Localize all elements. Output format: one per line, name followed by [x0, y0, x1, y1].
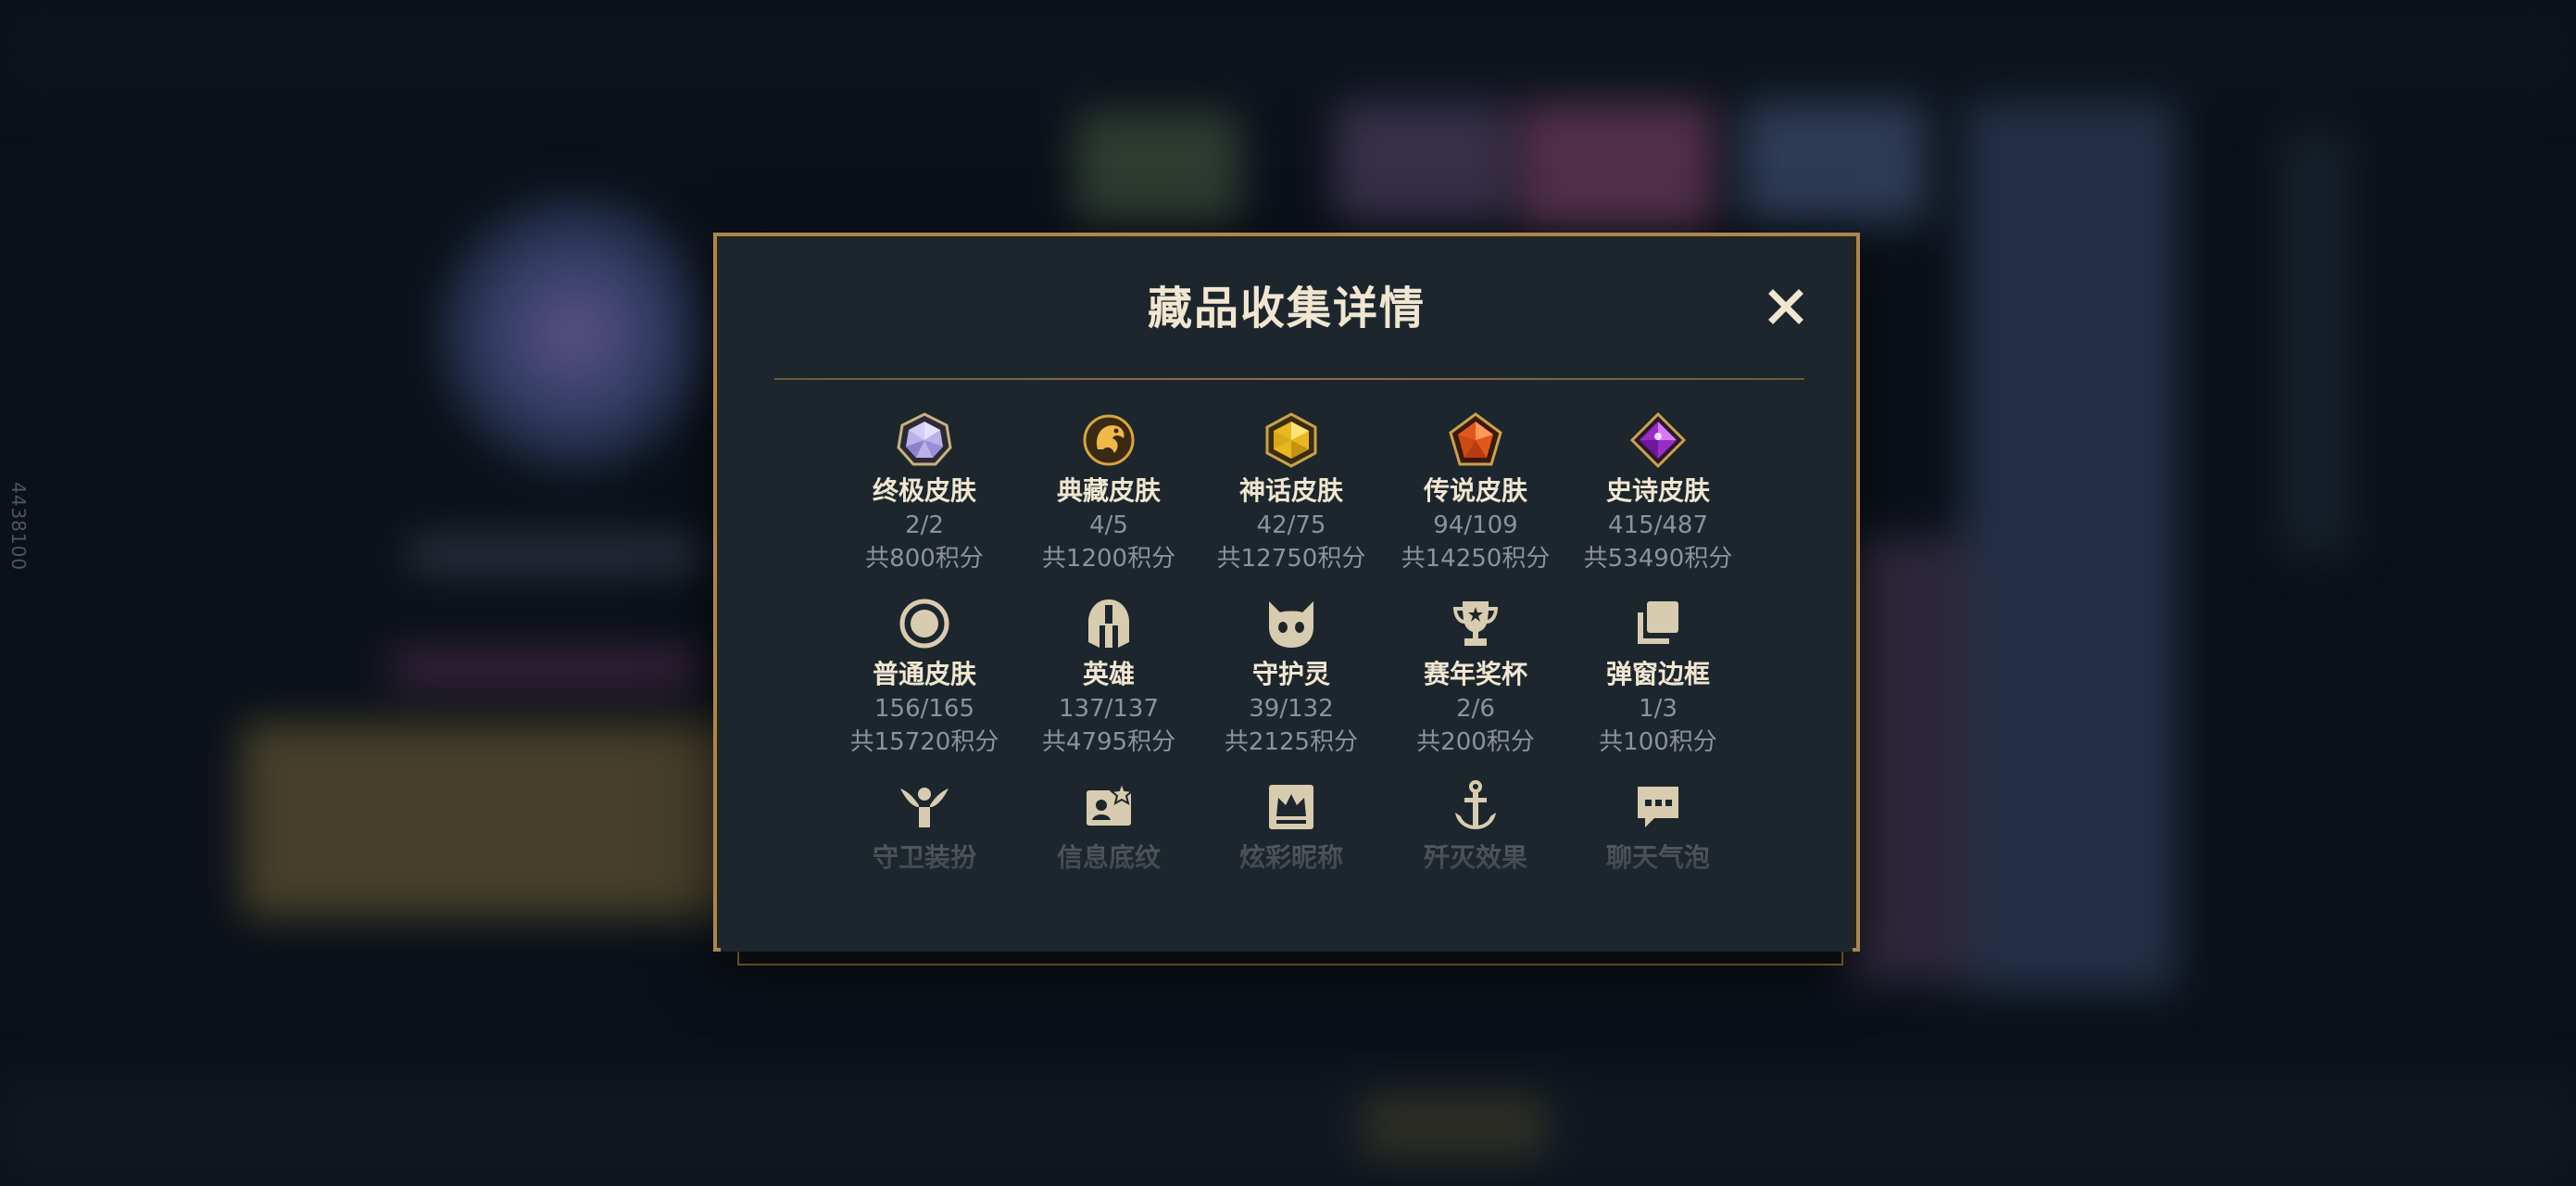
- item-label: 英雄: [1082, 659, 1135, 689]
- champion-helmet-icon: [1088, 599, 1129, 648]
- item-points: 共4795积分: [1041, 728, 1176, 756]
- background-skin-tile: [1074, 111, 1241, 222]
- background-top-bar: [0, 0, 2576, 102]
- collection-item-legendary[interactable]: 传说皮肤 94/109 共14250积分: [1383, 412, 1568, 575]
- item-points: 共15720积分: [849, 728, 999, 756]
- item-label: 炫彩昵称: [1238, 842, 1343, 873]
- ultimate-gem-icon: [897, 412, 952, 466]
- little-legend-icon: [1269, 601, 1313, 648]
- item-label: 信息底纹: [1056, 842, 1161, 873]
- collection-item-little-legend[interactable]: 守护灵 39/132 共2125积分: [1199, 596, 1384, 759]
- info-card-icon: [1087, 780, 1135, 826]
- collection-item-epic[interactable]: 史诗皮肤 415/487 共53490积分: [1565, 412, 1751, 575]
- collection-grid: 终极皮肤 2/2 共800积分 典藏皮肤 4/5 共1200积分 神话皮肤 42…: [717, 236, 1856, 948]
- background-name-bar: [408, 537, 704, 571]
- chat-bubble-icon: [1638, 787, 1678, 827]
- trophy-icon: [1453, 601, 1498, 646]
- background-title-bar: [389, 649, 704, 686]
- background-skin-tile: [1519, 102, 1714, 232]
- collection-details-dialog: 藏品收集详情 终极皮肤 2/2 共800积分 典藏皮肤 4/5 共1200积分 …: [713, 233, 1860, 952]
- background-avatar: [435, 195, 713, 473]
- background-splash-art: [1964, 102, 2177, 991]
- anchor-effect-icon: [1455, 780, 1496, 829]
- popup-frame-icon: [1638, 601, 1678, 644]
- item-points: 共14250积分: [1401, 545, 1551, 573]
- collection-item-guardian-outfit[interactable]: 守卫装扮: [832, 779, 1017, 876]
- background-skin-tile: [1741, 102, 1927, 222]
- item-label: 赛年奖杯: [1423, 659, 1527, 689]
- collection-item-ultimate[interactable]: 终极皮肤 2/2 共800积分: [832, 412, 1017, 575]
- item-progress: 2/6: [1456, 695, 1495, 723]
- item-label: 守护灵: [1251, 659, 1330, 689]
- epic-gem-icon: [1630, 412, 1686, 468]
- item-label: 普通皮肤: [872, 659, 976, 689]
- collection-item-nickname[interactable]: 炫彩昵称: [1199, 779, 1384, 876]
- item-progress: 94/109: [1433, 511, 1518, 539]
- item-label: 史诗皮肤: [1605, 475, 1710, 506]
- side-code: 4438100: [7, 482, 30, 572]
- collection-item-chat-bubble[interactable]: 聊天气泡: [1565, 779, 1751, 876]
- item-points: 共12750积分: [1216, 545, 1366, 573]
- item-label: 歼灭效果: [1423, 842, 1527, 873]
- item-progress: 39/132: [1249, 695, 1334, 723]
- item-label: 神话皮肤: [1238, 475, 1343, 506]
- collection-item-prestige[interactable]: 典藏皮肤 4/5 共1200积分: [1016, 412, 1201, 575]
- collection-item-champion[interactable]: 英雄 137/137 共4795积分: [1016, 596, 1201, 759]
- item-progress: 137/137: [1058, 695, 1159, 723]
- item-label: 守卫装扮: [872, 842, 976, 873]
- background-splash-art: [1843, 537, 1973, 982]
- item-points: 共53490积分: [1583, 545, 1733, 573]
- background-side-menu: [2279, 130, 2353, 556]
- collection-item-mythic[interactable]: 神话皮肤 42/75 共12750积分: [1199, 412, 1384, 575]
- background-skin-tile: [1334, 102, 1510, 222]
- item-label: 聊天气泡: [1605, 842, 1710, 873]
- item-points: 共100积分: [1599, 728, 1717, 756]
- background-bottom-nav: [0, 1075, 2576, 1186]
- background-nav-button: [1362, 1093, 1547, 1158]
- item-points: 共200积分: [1416, 728, 1535, 756]
- mythic-gem-icon: [1265, 412, 1317, 468]
- item-progress: 1/3: [1639, 695, 1678, 723]
- crown-nickname-icon: [1269, 785, 1313, 829]
- item-label: 弹窗边框: [1605, 659, 1710, 689]
- background-card: [241, 723, 760, 917]
- item-progress: 4/5: [1089, 511, 1128, 539]
- item-label: 终极皮肤: [872, 475, 976, 506]
- item-progress: 42/75: [1256, 511, 1326, 539]
- item-points: 共1200积分: [1041, 545, 1176, 573]
- item-progress: 2/2: [905, 511, 944, 539]
- collection-item-trophy[interactable]: 赛年奖杯 2/6 共200积分: [1383, 596, 1568, 759]
- item-label: 传说皮肤: [1423, 475, 1527, 506]
- legendary-gem-icon: [1449, 412, 1502, 466]
- collection-item-standard-skin[interactable]: 普通皮肤 156/165 共15720积分: [832, 596, 1017, 759]
- dragon-emblem-icon: [1083, 414, 1135, 466]
- collection-item-info-card[interactable]: 信息底纹: [1016, 779, 1201, 876]
- guardian-outfit-icon: [900, 788, 949, 827]
- item-points: 共2125积分: [1224, 728, 1359, 756]
- item-progress: 156/165: [873, 695, 974, 723]
- item-label: 典藏皮肤: [1056, 475, 1161, 506]
- collection-item-finisher[interactable]: 歼灭效果: [1383, 779, 1568, 876]
- standard-skin-icon: [899, 599, 949, 649]
- item-progress: 415/487: [1607, 511, 1708, 539]
- item-points: 共800积分: [865, 545, 984, 573]
- collection-item-popup-frame[interactable]: 弹窗边框 1/3 共100积分: [1565, 596, 1751, 759]
